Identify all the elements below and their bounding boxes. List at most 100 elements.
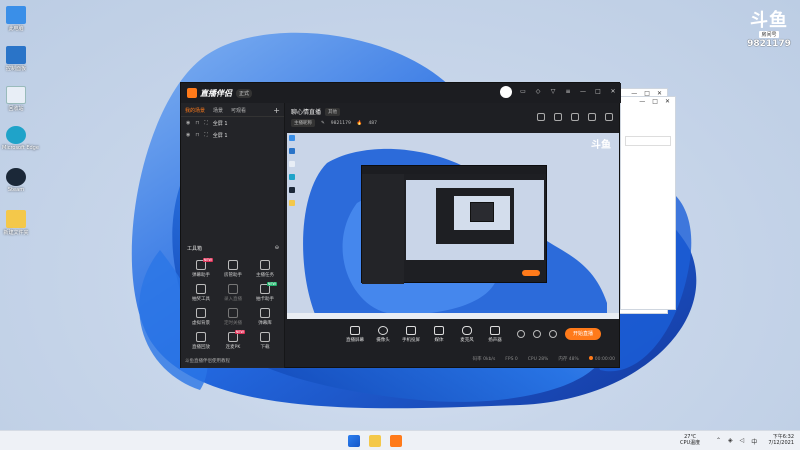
volume-icon[interactable]: ◁ [740, 437, 745, 446]
maximize-icon[interactable]: □ [594, 88, 602, 96]
camera-icon [378, 325, 388, 335]
desktop-icon-folder[interactable]: 新建文件夹 [2, 210, 30, 236]
chevron-up-icon[interactable]: ⌃ [716, 437, 721, 446]
tool-lottery[interactable]: 抽奖工具 [185, 284, 217, 302]
room-number: 9821179 [330, 120, 351, 126]
version-badge: 正式 [236, 88, 253, 98]
message-icon[interactable]: ▭ [519, 88, 527, 96]
tool-card-draw[interactable]: NEW 抽卡助手 [249, 282, 281, 302]
tab-my-scenes[interactable]: 我的场景 [185, 107, 205, 114]
close-icon[interactable]: ✕ [665, 98, 670, 105]
toolbox-title: 工具箱 [187, 246, 203, 252]
lock-icon[interactable] [554, 113, 562, 121]
calendar-icon[interactable] [571, 113, 579, 121]
start-live-button[interactable]: 开始直播 [565, 328, 601, 340]
add-scene-button[interactable]: + [273, 106, 280, 115]
eye-icon[interactable] [533, 330, 541, 338]
stream-preview[interactable]: 斗鱼 [287, 133, 619, 319]
title-bar[interactable]: 直播伴侣 正式 ▭ ◇ ▽ ≡ — □ ✕ [181, 83, 621, 103]
lottery-icon [196, 284, 206, 294]
app-logo-icon [187, 88, 197, 98]
app-name: 直播伴侣 [200, 88, 232, 98]
menu-icon[interactable]: ≡ [564, 88, 572, 96]
gift-icon[interactable]: ▽ [549, 88, 557, 96]
desktop-icon-recycle-bin[interactable]: 回收站 [2, 86, 30, 112]
live-dot-icon [588, 356, 593, 360]
speaker-button[interactable]: 扬声器 [481, 325, 509, 343]
bitrate-status: 码率 0kb/s [472, 357, 496, 362]
share-icon[interactable] [605, 113, 613, 121]
recursive-app-preview [361, 165, 547, 284]
stream-header: 聊心情直播 其他 主播昵称 ✎ 9821179 🔥 487 [287, 105, 619, 131]
lock-icon[interactable]: ⊓ [195, 132, 199, 138]
eye-icon[interactable]: ◉ [186, 120, 190, 126]
windows-taskbar: 27℃ CPU温度 ⌃ ◈ ◁ 中 下午6:32 7/12/2021 [0, 430, 800, 450]
microphone-button[interactable]: 麦克风 [453, 325, 481, 343]
viewer-count: 487 [368, 120, 378, 126]
avatar[interactable] [500, 86, 512, 98]
tool-virtual-bg[interactable]: 虚拟背景 [185, 308, 217, 326]
record-icon[interactable] [517, 330, 525, 338]
eye-icon[interactable]: ◉ [186, 132, 190, 138]
live-companion-taskbar-icon[interactable] [390, 435, 402, 447]
start-menu-icon[interactable] [348, 435, 360, 447]
background-window-2[interactable]: — □ ✕ [620, 96, 676, 310]
tool-pk[interactable]: NEW 连麦PK [217, 330, 249, 350]
replay-icon [196, 332, 206, 342]
settings-icon[interactable] [549, 330, 557, 338]
address-field[interactable] [625, 136, 671, 146]
tool-replay[interactable]: 直播回放 [185, 332, 217, 350]
clock[interactable]: 下午6:32 7/12/2021 [768, 434, 794, 446]
media-button[interactable]: 媒体 [425, 325, 453, 343]
desktop-icon-control-panel[interactable]: 控制面板 [2, 46, 30, 72]
cpu-status: CPU 28% [527, 356, 549, 362]
input-method-icon[interactable]: 中 [751, 437, 757, 446]
status-bar: 码率 0kb/s FPS 0 CPU 28% 内存 48% 00:00:00 [287, 353, 619, 365]
skin-icon[interactable]: ◇ [534, 88, 542, 96]
control-panel-icon [6, 46, 26, 64]
image-icon [196, 308, 206, 318]
maximize-icon[interactable]: □ [652, 98, 658, 105]
tool-danmaku-helper[interactable]: NEW 弹幕助手 [185, 258, 217, 278]
tutorial-link[interactable]: 斗鱼直播伴侣使用教程 [185, 358, 230, 364]
camera-button[interactable]: 摄像头 [369, 325, 397, 343]
stream-title[interactable]: 聊心情直播 [291, 107, 321, 116]
gift-box-icon[interactable] [537, 113, 545, 121]
tool-record[interactable]: 录入直播 [217, 284, 249, 302]
close-icon[interactable]: ✕ [609, 88, 617, 96]
desktop-icon-edge[interactable]: Microsoft Edge [2, 126, 39, 151]
tool-room-manager[interactable]: 房管助手 [217, 260, 249, 278]
live-companion-window[interactable]: 直播伴侣 正式 ▭ ◇ ▽ ≡ — □ ✕ 我的场景 场景 可观看 + ◉ ⊓ … [180, 82, 621, 368]
minimize-icon[interactable]: — [579, 88, 587, 96]
tool-danmaku-library[interactable]: 弹幕库 [249, 308, 281, 326]
screen-capture-button[interactable]: 直播屏幕 [341, 325, 369, 343]
edit-icon[interactable]: ✎ [321, 121, 325, 126]
scene-item[interactable]: ◉ ⊓ ⛶ 全屏 1 [181, 129, 284, 141]
network-icon[interactable]: ◈ [728, 437, 733, 446]
lock-icon[interactable]: ⊓ [195, 120, 199, 126]
desktop-icon-steam[interactable]: Steam [2, 168, 30, 193]
toolbox-more-icon[interactable]: ⊖ [275, 245, 279, 252]
library-icon [260, 308, 270, 318]
phone-cast-button[interactable]: 手机投屏 [397, 325, 425, 343]
bell-icon[interactable] [588, 113, 596, 121]
download-icon [260, 332, 270, 342]
tab-scenes[interactable]: 场景 [213, 107, 223, 114]
tool-anchor-task[interactable]: 主播任务 [249, 260, 281, 278]
tool-download[interactable]: 下载 [249, 332, 281, 350]
anchor-name: 主播昵称 [291, 119, 315, 127]
cpu-temperature-widget[interactable]: 27℃ CPU温度 [680, 434, 700, 446]
clock-icon [228, 308, 238, 318]
desktop-icon-computer[interactable]: 此电脑 [2, 6, 30, 32]
recycle-bin-icon [6, 86, 26, 104]
category-chip[interactable]: 其他 [325, 107, 341, 116]
phone-icon [406, 325, 416, 335]
microphone-icon [462, 325, 472, 335]
file-explorer-icon[interactable] [369, 435, 381, 447]
minimize-icon[interactable]: — [639, 98, 645, 105]
fullscreen-icon: ⛶ [204, 132, 208, 138]
douyu-watermark: 斗鱼 房间号 9821179 [747, 10, 791, 50]
tool-timer-close[interactable]: 定时关播 [217, 308, 249, 326]
tab-viewable[interactable]: 可观看 [231, 107, 246, 114]
scene-item[interactable]: ◉ ⊓ ⛶ 全屏 1 [181, 117, 284, 129]
